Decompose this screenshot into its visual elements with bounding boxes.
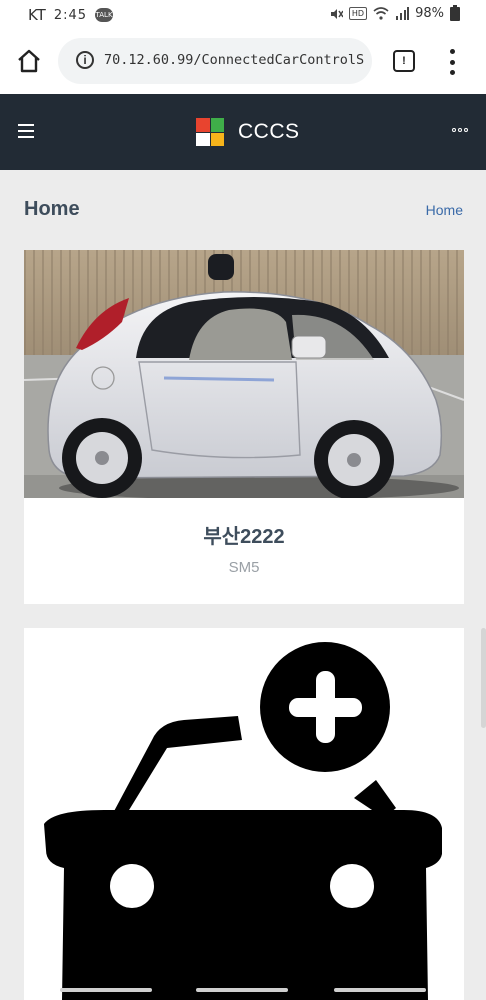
more-horizontal-icon[interactable] (452, 128, 468, 132)
car-plate-number: 부산2222 (203, 526, 285, 548)
brand-logo-icon (196, 118, 224, 146)
car-card[interactable]: 부산2222 SM5 (24, 250, 464, 604)
brand[interactable]: CCCS (196, 118, 300, 146)
hamburger-menu-icon[interactable] (18, 124, 34, 138)
signal-icon (396, 7, 410, 20)
tabs-icon[interactable]: ! (393, 50, 415, 72)
add-car-icon[interactable] (24, 628, 464, 1000)
battery-level: 98% (415, 6, 444, 21)
browser-toolbar: i 70.12.60.99/ConnectedCarControlS ! (0, 30, 486, 94)
wifi-icon (373, 7, 389, 20)
mute-icon (330, 8, 343, 19)
page-title: Home (24, 198, 80, 220)
battery-icon (450, 4, 460, 21)
carrier-label: KT (28, 6, 46, 24)
nav-hint-center (196, 988, 288, 992)
info-icon[interactable]: i (76, 51, 94, 69)
page-header: Home Home (0, 170, 486, 250)
app-navbar: CCCS (0, 94, 486, 170)
hd-badge: HD (348, 7, 368, 20)
brand-title: CCCS (238, 120, 300, 143)
nav-hint-right (334, 988, 426, 992)
car-photo (24, 250, 464, 498)
more-vertical-icon[interactable] (444, 49, 460, 75)
status-bar: KT 2:45 TALK HD 98% (0, 0, 486, 30)
add-car-card[interactable] (24, 628, 464, 1000)
address-bar[interactable]: i 70.12.60.99/ConnectedCarControlS (58, 38, 372, 84)
breadcrumb-home[interactable]: Home (426, 202, 463, 218)
status-time: 2:45 (53, 7, 88, 23)
car-model: SM5 (228, 559, 260, 576)
scroll-indicator (481, 628, 486, 728)
home-icon[interactable] (14, 46, 44, 76)
talk-notification-icon: TALK (95, 8, 114, 22)
nav-hint-left (60, 988, 152, 992)
url-text[interactable]: 70.12.60.99/ConnectedCarControlS (104, 52, 366, 72)
